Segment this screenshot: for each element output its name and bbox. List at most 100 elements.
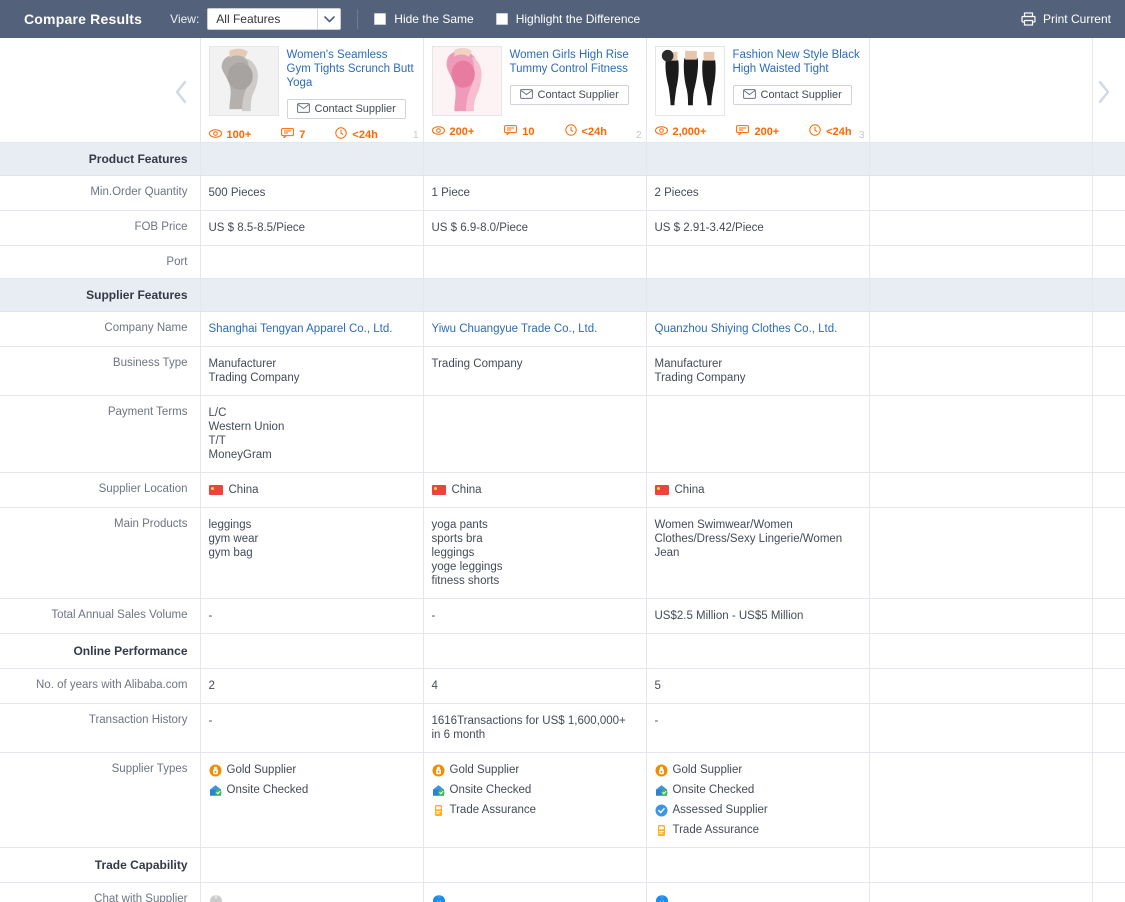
row-value-5 xyxy=(1092,668,1125,704)
row-total-annual-sales-volume: Total Annual Sales Volume - - US$2.5 Mil… xyxy=(0,598,1125,634)
row-value-5 xyxy=(1092,395,1125,473)
location-text-1: China xyxy=(228,484,259,496)
row-value-2: Trading Company xyxy=(423,346,647,396)
section-title-product-features: Product Features xyxy=(0,142,201,176)
value-line: Manufacturer xyxy=(654,358,723,370)
product-stats-2: 200+ 10 <24h xyxy=(431,124,638,139)
supplier-type-label: Trade Assurance xyxy=(449,804,537,816)
assessed-supplier-icon xyxy=(655,804,668,817)
row-value-3 xyxy=(646,245,870,279)
printer-icon xyxy=(1021,12,1036,26)
row-value-1: Manufacturer Trading Company xyxy=(200,346,424,396)
row-supplier-types: Supplier Types Gold Supplier Onsite Chec… xyxy=(0,752,1125,848)
row-value-3: Quanzhou Shiying Clothes Co., Ltd. xyxy=(646,311,870,347)
row-label: Payment Terms xyxy=(0,395,201,473)
row-value-5 xyxy=(1092,210,1125,246)
section-cell xyxy=(1092,142,1125,176)
row-value-3: Manufacturer Trading Company xyxy=(646,346,870,396)
product-thumbnail-3[interactable] xyxy=(654,46,725,116)
onsite-checked-icon xyxy=(209,784,222,797)
product-card-1: Women's Seamless Gym Tights Scrunch Butt… xyxy=(200,38,424,143)
product-title-1[interactable]: Women's Seamless Gym Tights Scrunch Butt… xyxy=(287,48,415,90)
view-select[interactable]: All Features xyxy=(207,8,342,30)
section-cell xyxy=(200,278,424,312)
gold-supplier-icon xyxy=(432,764,445,777)
row-label: Total Annual Sales Volume xyxy=(0,598,201,634)
section-cell xyxy=(200,142,424,176)
views-value-1: 100+ xyxy=(226,128,252,141)
chat-online-icon-2[interactable] xyxy=(432,893,446,902)
responses-value-3: 200+ xyxy=(754,125,780,138)
supplier-type-badge: Assessed Supplier xyxy=(655,803,859,817)
row-value-3: - xyxy=(646,703,870,753)
company-link-2[interactable]: Yiwu Chuangyue Trade Co., Ltd. xyxy=(432,323,598,335)
envelope-icon xyxy=(742,88,756,102)
view-label: View: xyxy=(170,12,200,26)
supplier-type-badge: Gold Supplier xyxy=(432,763,636,777)
message-icon xyxy=(736,125,754,138)
section-cell xyxy=(1092,278,1125,312)
row-value-2: Yiwu Chuangyue Trade Co., Ltd. xyxy=(423,311,647,347)
chat-online-icon-3[interactable] xyxy=(655,893,669,902)
supplier-type-badge: Gold Supplier xyxy=(655,763,859,777)
section-cell xyxy=(423,278,647,312)
envelope-icon xyxy=(296,102,310,116)
section-cell xyxy=(200,847,424,883)
clock-icon xyxy=(809,124,826,139)
hide-the-same-checkbox[interactable] xyxy=(374,13,387,25)
row-label: Company Name xyxy=(0,311,201,347)
row-value-3 xyxy=(646,395,870,473)
print-current-button[interactable]: Print Current xyxy=(1021,12,1111,26)
onsite-checked-icon xyxy=(655,784,668,797)
product-title-3[interactable]: Fashion New Style Black High Waisted Tig… xyxy=(733,48,861,76)
product-title-2[interactable]: Women Girls High Rise Tummy Control Fitn… xyxy=(510,48,638,76)
response-time-value-2: <24h xyxy=(581,125,607,138)
value-line: Trading Company xyxy=(654,372,746,384)
hide-the-same-option[interactable]: Hide the Same xyxy=(374,12,474,26)
value-line: yoga pants xyxy=(431,519,488,531)
trade-assurance-icon xyxy=(655,824,668,837)
china-flag-icon xyxy=(208,485,223,495)
responses-value-1: 7 xyxy=(299,128,306,141)
next-products-arrow[interactable] xyxy=(1093,77,1115,107)
supplier-type-badge: Onsite Checked xyxy=(209,783,413,797)
highlight-the-difference-option[interactable]: Highlight the Difference xyxy=(495,12,641,26)
value-line: fitness shorts xyxy=(431,575,500,587)
row-chat-with-supplier: Chat with Supplier xyxy=(0,882,1125,902)
product-thumbnail-1[interactable] xyxy=(208,46,279,116)
contact-supplier-button-2[interactable]: Contact Supplier xyxy=(509,85,629,105)
top-toolbar: Compare Results View: All Features Hide … xyxy=(0,0,1125,38)
eye-icon xyxy=(431,125,450,138)
section-cell xyxy=(200,633,424,669)
product-thumbnail-2[interactable] xyxy=(431,46,502,116)
eye-icon xyxy=(208,128,227,141)
row-value-4 xyxy=(869,210,1093,246)
company-link-1[interactable]: Shanghai Tengyan Apparel Co., Ltd. xyxy=(209,323,393,335)
contact-supplier-button-3[interactable]: Contact Supplier xyxy=(732,85,852,105)
row-value-3: Women Swimwear/Women Clothes/Dress/Sexy … xyxy=(646,507,870,599)
row-label: FOB Price xyxy=(0,210,201,246)
row-value-4 xyxy=(869,882,1093,902)
prev-products-arrow[interactable] xyxy=(170,77,192,107)
location-text-2: China xyxy=(451,484,482,496)
responses-stat-1: 7 xyxy=(281,128,305,141)
value-line: MoneyGram xyxy=(208,449,272,461)
row-value-2: 1616Transactions for US$ 1,600,000+ in 6… xyxy=(423,703,647,753)
chevron-down-icon[interactable] xyxy=(318,9,341,29)
message-icon xyxy=(504,125,522,138)
highlight-the-difference-label: Highlight the Difference xyxy=(515,12,641,26)
product-card-3: Fashion New Style Black High Waisted Tig… xyxy=(646,38,870,143)
trade-assurance-icon xyxy=(432,804,445,817)
company-link-3[interactable]: Quanzhou Shiying Clothes Co., Ltd. xyxy=(655,323,838,335)
row-label: Transaction History xyxy=(0,703,201,753)
supplier-type-label: Trade Assurance xyxy=(672,824,760,836)
row-value-1: 500 Pieces xyxy=(200,175,424,211)
row-label: Supplier Types xyxy=(0,752,201,848)
row-value-5 xyxy=(1092,703,1125,753)
contact-supplier-button-1[interactable]: Contact Supplier xyxy=(286,99,406,119)
highlight-the-difference-checkbox[interactable] xyxy=(495,13,508,25)
china-flag-icon xyxy=(654,485,669,495)
row-value-2 xyxy=(423,245,647,279)
chat-offline-icon-1[interactable] xyxy=(209,893,223,902)
section-cell xyxy=(869,278,1093,312)
